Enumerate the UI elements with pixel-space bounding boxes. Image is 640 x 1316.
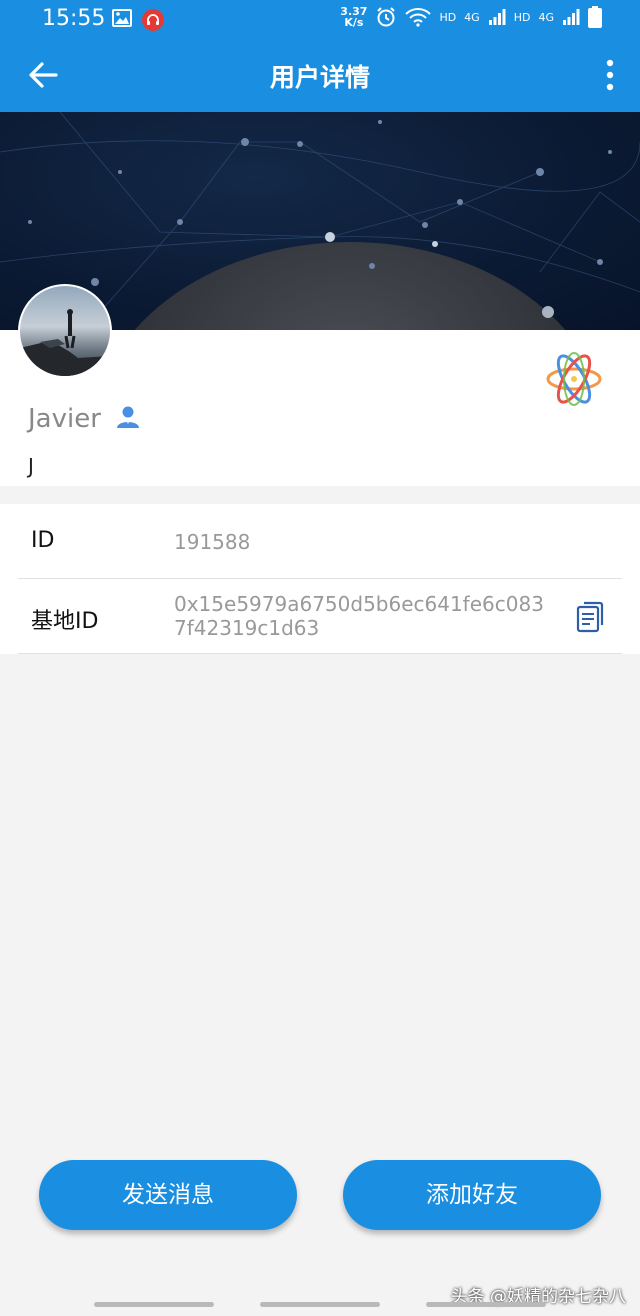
- signal-icon: [488, 9, 506, 25]
- profile-name: Javier: [28, 404, 101, 434]
- gallery-icon: [112, 9, 132, 27]
- nav-bar-right[interactable]: [426, 1302, 546, 1307]
- send-message-button[interactable]: 发送消息: [39, 1160, 297, 1230]
- battery-icon: [588, 6, 602, 28]
- copy-icon[interactable]: [576, 601, 604, 633]
- status-bar: 15:55 3.37 K/s HD 4G HD 4G: [0, 0, 640, 38]
- add-friend-button[interactable]: 添加好友: [343, 1160, 601, 1230]
- status-left-icons: [112, 9, 164, 31]
- info-card: ID 191588 基地ID 0x15e5979a6750d5b6ec641fe…: [0, 504, 640, 654]
- page-title: 用户详情: [269, 63, 370, 92]
- net-speed-unit: K/s: [344, 16, 364, 29]
- signal-icon: [563, 9, 580, 25]
- sim1-net-label: 4G: [464, 10, 480, 24]
- sim1-hd-label: HD: [439, 10, 457, 24]
- info-value-id: 191588: [174, 530, 251, 554]
- avatar-image: [20, 309, 110, 376]
- app-bar: 用户详情: [0, 38, 640, 112]
- nav-bar-left[interactable]: [94, 1302, 214, 1307]
- more-vertical-icon[interactable]: [600, 58, 620, 92]
- info-row-base-id: 基地ID 0x15e5979a6750d5b6ec641fe6c0837f423…: [18, 579, 622, 654]
- wifi-icon: [405, 8, 432, 27]
- nav-bar-center[interactable]: [260, 1302, 380, 1307]
- sim2-net-label: 4G: [538, 10, 554, 24]
- headset-icon: [142, 9, 164, 31]
- status-time: 15:55: [42, 6, 106, 31]
- atom-icon: [546, 352, 602, 406]
- info-label-id: ID: [31, 528, 55, 553]
- avatar[interactable]: [18, 284, 112, 378]
- info-row-id: ID 191588: [18, 504, 622, 579]
- alarm-icon: [377, 7, 396, 27]
- user-icon: [117, 406, 139, 428]
- info-label-base-id: 基地ID: [31, 609, 99, 634]
- status-right-icons: 3.37 K/s HD 4G HD 4G: [340, 6, 602, 28]
- net-speed: 3.37 K/s: [340, 6, 367, 28]
- info-value-base-id: 0x15e5979a6750d5b6ec641fe6c0837f42319c1d…: [174, 592, 544, 640]
- profile-subtitle: J: [28, 454, 34, 478]
- sim2-hd-label: HD: [513, 10, 531, 24]
